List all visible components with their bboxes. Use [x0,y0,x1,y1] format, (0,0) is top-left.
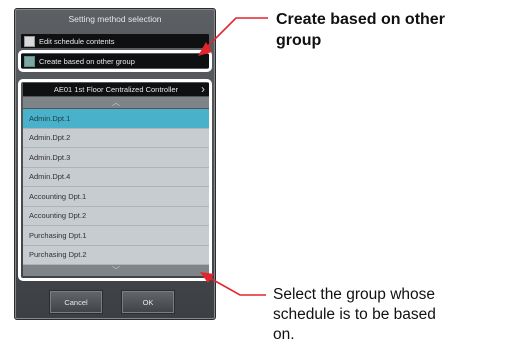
annotation-arrows [198,17,268,296]
annotation-top-line2: group [276,32,322,49]
arrow-icon [207,276,266,296]
arrow-icon [200,272,214,283]
annotation-bottom-line1: Select the group whose [273,286,435,303]
annotation-select-group: Select the group whose schedule is to be… [273,285,436,345]
annotation-bottom-line3: on. [273,326,295,343]
annotation-create-based: Create based on other group [276,9,445,51]
annotation-bottom-line2: schedule is to be based [273,306,436,323]
annotation-top-line1: Create based on other [276,11,445,28]
arrow-icon [203,17,268,51]
